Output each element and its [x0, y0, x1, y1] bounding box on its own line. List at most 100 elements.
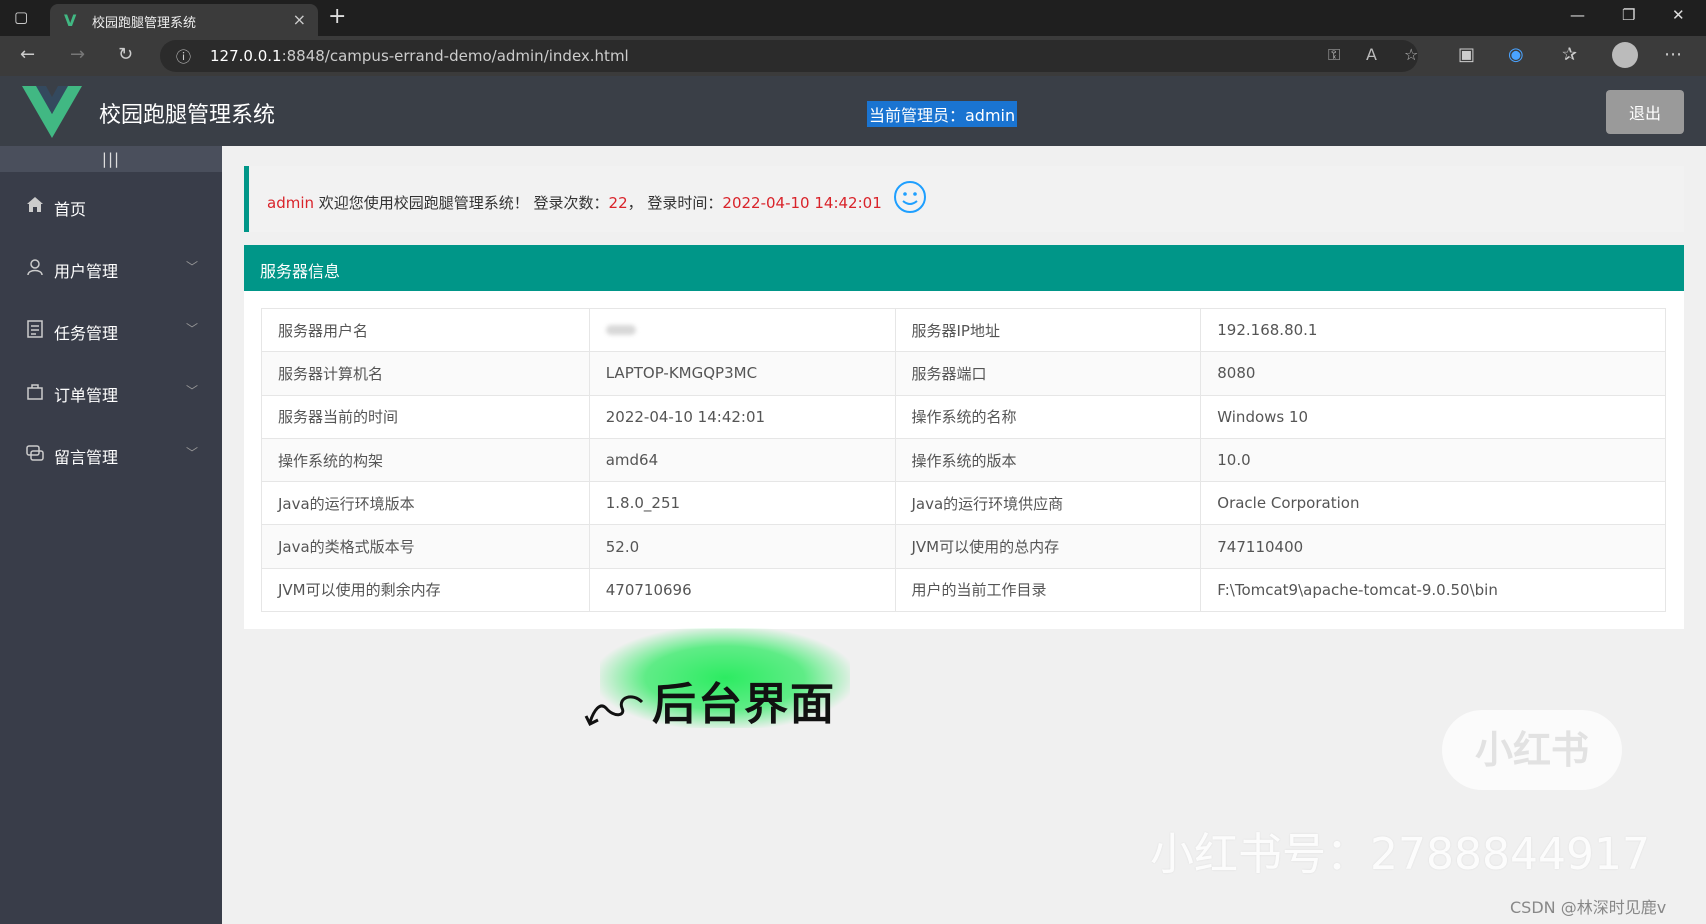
- read-aloud-icon[interactable]: A: [1366, 45, 1377, 64]
- table-cell-value: Oracle Corporation: [1200, 481, 1666, 526]
- minimize-icon[interactable]: —: [1570, 6, 1585, 24]
- table-row: Java的运行环境版本 1.8.0_251 Java的运行环境供应商 Oracl…: [261, 481, 1666, 526]
- table-cell-value: LAPTOP-KMGQP3MC: [588, 351, 896, 396]
- sidebar-item-messages[interactable]: 留言管理 ﹀: [0, 430, 222, 478]
- table-cell-value: 1.8.0_251: [588, 481, 896, 526]
- logout-button[interactable]: 退出: [1606, 90, 1684, 134]
- table-cell-label: 服务器用户名: [261, 307, 590, 353]
- table-row: 服务器用户名 服务器IP地址 192.168.80.1: [261, 307, 1666, 353]
- browser-tab-bar: ▢ V 校园跑腿管理系统 × + — ❐ ✕: [0, 0, 1706, 36]
- table-cell-label: Java的运行环境供应商: [894, 481, 1202, 526]
- chevron-down-icon: ﹀: [186, 446, 199, 460]
- app-title: 校园跑腿管理系统: [99, 103, 276, 128]
- tab-actions-icon[interactable]: ▢: [14, 8, 34, 28]
- more-menu-icon[interactable]: ⋯: [1664, 44, 1682, 65]
- table-row: 服务器计算机名 LAPTOP-KMGQP3MC 服务器端口 8080: [261, 351, 1666, 396]
- server-info-table: 服务器用户名 服务器IP地址 192.168.80.1 服务器计算机名 LAPT…: [261, 307, 1666, 613]
- table-cell-label: JVM可以使用的剩余内存: [261, 567, 590, 613]
- sidebar-item-home[interactable]: 首页: [0, 182, 222, 230]
- watermark-badge: 小红书: [1442, 710, 1622, 790]
- vue-logo-icon: [22, 86, 82, 138]
- url-host: 127.0.0.1: [210, 47, 282, 65]
- watermark-number: 小红书号：2788844917: [1150, 829, 1650, 880]
- favorites-icon[interactable]: ✰: [1562, 44, 1577, 65]
- login-time-label: ， 登录时间：: [627, 194, 723, 212]
- sidebar-item-label: 首页: [54, 200, 87, 219]
- close-tab-icon[interactable]: ×: [293, 10, 306, 29]
- sidebar-item-users[interactable]: 用户管理 ﹀: [0, 244, 222, 292]
- table-cell-value: 192.168.80.1: [1200, 307, 1666, 353]
- table-cell-label: Java的运行环境版本: [261, 481, 590, 526]
- home-icon: [27, 197, 43, 212]
- table-cell-value: 747110400: [1200, 524, 1666, 569]
- welcome-banner: admin 欢迎您使用校园跑腿管理系统！ 登录次数：22， 登录时间：2022-…: [244, 166, 1684, 232]
- window-close-icon[interactable]: ✕: [1672, 6, 1685, 24]
- order-icon: [27, 384, 43, 400]
- chevron-down-icon: ﹀: [186, 322, 199, 336]
- user-icon: [27, 259, 43, 276]
- task-icon: [27, 320, 43, 338]
- table-cell-value: 52.0: [588, 524, 896, 569]
- forward-icon[interactable]: →: [70, 44, 85, 65]
- table-cell-value: [588, 307, 896, 353]
- table-row: JVM可以使用的剩余内存 470710696 用户的当前工作目录 F:\Tomc…: [261, 567, 1666, 613]
- table-cell-label: 服务器IP地址: [894, 307, 1202, 353]
- split-screen-icon[interactable]: ▣: [1458, 44, 1475, 65]
- login-time: 2022-04-10 14:42:01: [722, 194, 882, 212]
- current-admin-label: 当前管理员：admin: [867, 101, 1018, 127]
- table-cell-value: 470710696: [588, 567, 896, 613]
- blurred-value: [605, 325, 636, 336]
- add-favorite-icon[interactable]: ☆: [1404, 45, 1418, 64]
- sidebar-collapse-toggle[interactable]: |||: [0, 146, 222, 172]
- table-cell-label: 操作系统的构架: [261, 437, 590, 483]
- table-cell-label: Java的类格式版本号: [261, 524, 590, 569]
- card-header: 服务器信息: [244, 245, 1684, 291]
- server-info-card: 服务器信息 服务器用户名 服务器IP地址 192.168.80.1 服务器计算机…: [244, 245, 1684, 629]
- restore-icon[interactable]: ❐: [1622, 6, 1635, 24]
- app-header: 校园跑腿管理系统 当前管理员：admin 退出: [0, 76, 1706, 146]
- table-row: 服务器当前的时间 2022-04-10 14:42:01 操作系统的名称 Win…: [261, 394, 1666, 439]
- new-tab-icon[interactable]: +: [328, 4, 346, 29]
- table-cell-label: 操作系统的名称: [894, 394, 1202, 439]
- table-cell-value: 10.0: [1200, 437, 1666, 483]
- back-icon[interactable]: ←: [20, 44, 35, 65]
- csdn-credit: CSDN @林深时见鹿v: [1510, 898, 1667, 917]
- welcome-message: 欢迎您使用校园跑腿管理系统！ 登录次数：: [314, 194, 609, 212]
- table-row: 操作系统的构架 amd64 操作系统的版本 10.0: [261, 437, 1666, 483]
- profile-avatar[interactable]: [1612, 42, 1638, 68]
- table-cell-label: 服务器计算机名: [261, 351, 590, 396]
- address-bar[interactable]: ⓘ 127.0.0.1:8848/campus-errand-demo/admi…: [160, 40, 1418, 72]
- reload-icon[interactable]: ↻: [118, 44, 133, 65]
- table-cell-label: 操作系统的版本: [894, 437, 1202, 483]
- table-cell-label: JVM可以使用的总内存: [894, 524, 1202, 569]
- extension-icon[interactable]: ◉: [1508, 44, 1524, 65]
- table-cell-value: 8080: [1200, 351, 1666, 396]
- curved-arrow-icon: [584, 695, 644, 727]
- message-icon: [26, 445, 44, 461]
- card-title: 服务器信息: [260, 262, 341, 281]
- sidebar-item-orders[interactable]: 订单管理 ﹀: [0, 368, 222, 416]
- table-row: Java的类格式版本号 52.0 JVM可以使用的总内存 747110400: [261, 524, 1666, 569]
- welcome-text: admin 欢迎您使用校园跑腿管理系统！ 登录次数：22， 登录时间：2022-…: [267, 192, 882, 213]
- browser-nav-bar: ← → ↻ ⓘ 127.0.0.1:8848/campus-errand-dem…: [0, 36, 1706, 76]
- table-cell-label: 用户的当前工作目录: [894, 567, 1202, 613]
- chevron-down-icon: ﹀: [186, 260, 199, 274]
- smile-icon: [894, 181, 926, 213]
- url-text: 127.0.0.1:8848/campus-errand-demo/admin/…: [210, 47, 629, 65]
- table-cell-label: 服务器端口: [894, 351, 1202, 396]
- login-count: 22: [608, 194, 628, 212]
- password-key-icon[interactable]: ⚿: [1328, 45, 1340, 65]
- url-path: :8848/campus-errand-demo/admin/index.htm…: [281, 47, 629, 65]
- sidebar: ||| 首页 用户管理 ﹀ 任务管理 ﹀ 订单管理 ﹀ 留言管理 ﹀: [0, 146, 222, 924]
- sidebar-item-tasks[interactable]: 任务管理 ﹀: [0, 306, 222, 354]
- site-info-icon[interactable]: ⓘ: [176, 46, 191, 67]
- browser-tab-title: 校园跑腿管理系统: [92, 16, 197, 31]
- vue-favicon-icon: V: [64, 11, 77, 30]
- sidebar-item-label: 任务管理: [54, 324, 119, 343]
- browser-tab[interactable]: V 校园跑腿管理系统 ×: [50, 4, 318, 36]
- welcome-username: admin: [267, 194, 314, 212]
- table-cell-label: 服务器当前的时间: [261, 394, 590, 439]
- table-cell-value: amd64: [588, 437, 896, 483]
- chevron-down-icon: ﹀: [186, 384, 199, 398]
- table-cell-value: F:\Tomcat9\apache-tomcat-9.0.50\bin: [1200, 567, 1666, 613]
